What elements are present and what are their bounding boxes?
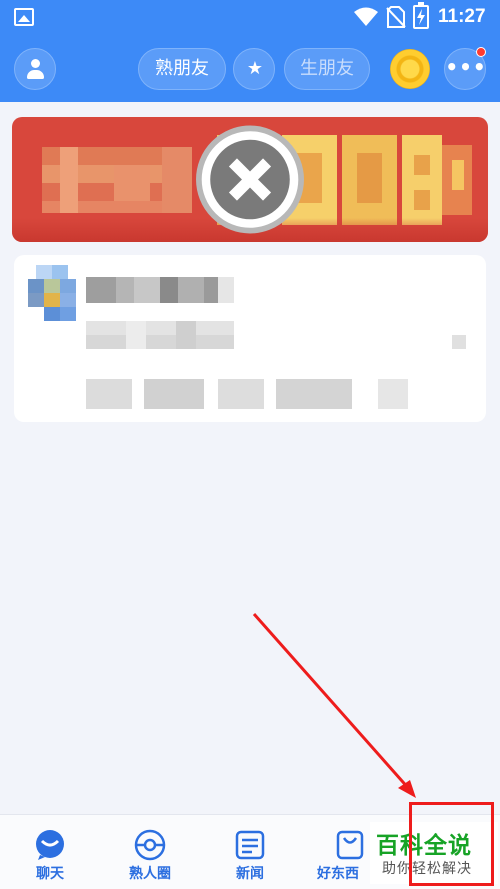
clock: 11:27 [438,6,486,27]
star-icon: ★ [246,58,264,79]
shopping-bag-icon [336,830,364,860]
profile-button[interactable] [14,48,56,90]
close-ad-icon[interactable] [12,117,488,242]
no-sim-icon [386,6,406,28]
gallery-notification-icon [14,8,34,26]
tab-moments[interactable]: 熟人圈 [100,815,200,889]
tab-moments-label: 熟人圈 [129,866,171,882]
tab-chat-label: 聊天 [36,866,64,882]
top-navigation-bar: 熟朋友 ★ 生朋友 ••• [0,36,500,102]
favorites-button[interactable]: ★ [233,48,275,90]
blurred-time [452,335,466,349]
tab-friends[interactable]: 熟朋友 [138,48,226,90]
blurred-subtitle [86,321,234,349]
coin-icon[interactable] [390,49,430,89]
notification-dot [476,47,486,57]
wifi-icon [354,7,378,26]
tab-chat[interactable]: 聊天 [0,815,100,889]
battery-charging-icon [413,2,429,29]
tab-strangers[interactable]: 生朋友 [284,48,370,90]
news-icon [235,830,265,860]
circle-icon [134,829,166,861]
blurred-username [86,277,234,303]
feed-card[interactable] [14,255,486,422]
tab-news-label: 新闻 [236,866,264,882]
status-bar: 11:27 [0,0,500,36]
blurred-content [86,379,408,409]
avatar-icon-body [27,70,44,79]
avatar-icon [31,59,40,68]
avatar [28,265,76,321]
chat-bubble-icon [36,830,64,860]
tab-news[interactable]: 新闻 [200,815,300,889]
annotation-highlight-box [409,802,494,886]
